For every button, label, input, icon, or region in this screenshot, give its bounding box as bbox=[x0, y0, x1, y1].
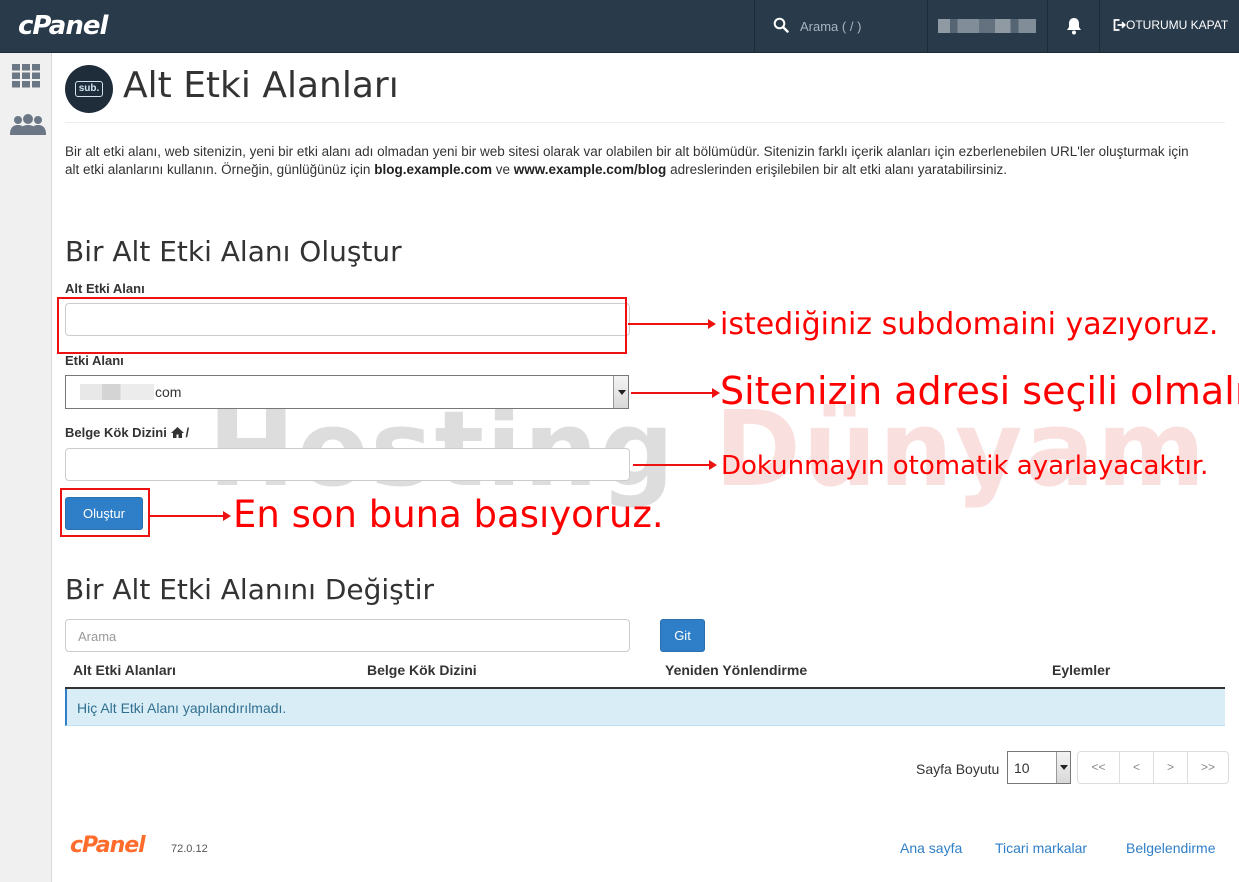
annotation-subdomain: istediğiniz subdomaini yazıyoruz. bbox=[720, 307, 1219, 342]
grid-icon[interactable] bbox=[10, 63, 42, 89]
page-size-value: 10 bbox=[1014, 760, 1030, 776]
search-icon bbox=[773, 17, 789, 33]
page-title: Alt Etki Alanları bbox=[123, 65, 399, 106]
annotation-create: En son buna basıyoruz. bbox=[233, 493, 664, 536]
cpanel-version: 72.0.12 bbox=[171, 843, 208, 855]
column-header-docroot[interactable]: Belge Kök Dizini bbox=[367, 662, 477, 678]
footer-cpanel-logo: cPanel bbox=[70, 833, 146, 858]
cpanel-logo[interactable]: cPanel bbox=[18, 11, 108, 41]
modify-heading: Bir Alt Etki Alanını Değiştir bbox=[65, 573, 435, 606]
column-header-actions: Eylemler bbox=[1052, 662, 1111, 678]
notifications-button[interactable] bbox=[1048, 0, 1100, 53]
users-icon[interactable] bbox=[10, 113, 46, 137]
annotation-docroot: Dokunmayın otomatik ayarlayacaktır. bbox=[721, 451, 1209, 481]
footer-link-trademarks[interactable]: Ticari markalar bbox=[995, 840, 1087, 856]
bell-icon bbox=[1067, 18, 1081, 35]
docroot-input[interactable] bbox=[65, 448, 630, 481]
subdomain-search-input[interactable]: Arama bbox=[65, 619, 630, 652]
first-page-button[interactable]: << bbox=[1078, 752, 1120, 783]
annotation-box-subdomain bbox=[57, 297, 627, 354]
annotation-arrow-subdomain bbox=[628, 319, 716, 329]
annotation-arrow-create bbox=[150, 511, 231, 521]
global-search-placeholder: Arama ( / ) bbox=[800, 19, 862, 34]
table-row-empty: Hiç Alt Etki Alanı yapılandırılmadı. bbox=[65, 689, 1225, 726]
column-header-subdomains[interactable]: Alt Etki Alanları bbox=[73, 662, 176, 678]
desc-part3: adreslerinden erişilebilen bir alt etki … bbox=[666, 162, 1007, 177]
logout-button[interactable]: OTURUMU KAPAT bbox=[1112, 18, 1228, 32]
page-description: Bir alt etki alanı, web sitenizin, yeni … bbox=[65, 143, 1200, 179]
create-heading: Bir Alt Etki Alanı Oluştur bbox=[65, 235, 402, 268]
annotation-arrow-docroot bbox=[633, 460, 717, 470]
subdomain-icon-text: sub. bbox=[75, 81, 103, 97]
chevron-down-icon bbox=[613, 376, 628, 408]
desc-example-path: www.example.com/blog bbox=[513, 162, 667, 177]
last-page-button[interactable]: >> bbox=[1188, 752, 1228, 783]
redacted-username bbox=[938, 19, 1036, 33]
docroot-label: Belge Kök Dizini / bbox=[65, 425, 189, 440]
title-divider bbox=[65, 122, 1225, 123]
annotation-arrow-domain bbox=[631, 388, 720, 398]
empty-table-message: Hiç Alt Etki Alanı yapılandırılmadı. bbox=[77, 700, 287, 716]
docroot-label-text: Belge Kök Dizini bbox=[65, 425, 167, 440]
go-button[interactable]: Git bbox=[660, 619, 705, 652]
footer-link-home[interactable]: Ana sayfa bbox=[900, 840, 962, 856]
page-size-select[interactable]: 10 bbox=[1007, 751, 1071, 784]
user-menu[interactable] bbox=[928, 0, 1048, 53]
domain-label: Etki Alanı bbox=[65, 353, 124, 368]
global-search[interactable]: Arama ( / ) bbox=[754, 0, 928, 53]
redacted-domain bbox=[80, 384, 154, 400]
prev-page-button[interactable]: < bbox=[1120, 752, 1154, 783]
next-page-button[interactable]: > bbox=[1154, 752, 1188, 783]
page-size-label: Sayfa Boyutu bbox=[916, 761, 1000, 777]
domain-select[interactable]: com bbox=[65, 375, 629, 409]
subdomain-page-icon: sub. bbox=[65, 65, 113, 113]
desc-example-subdomain: blog.example.com bbox=[374, 162, 492, 177]
chevron-down-icon bbox=[1056, 752, 1070, 783]
domain-select-value: com bbox=[155, 384, 182, 400]
subdomain-search-placeholder: Arama bbox=[78, 629, 117, 644]
pagination: << < > >> bbox=[1077, 751, 1229, 784]
docroot-slash: / bbox=[185, 425, 190, 440]
annotation-box-create bbox=[60, 488, 150, 537]
desc-part2: ve bbox=[492, 162, 514, 177]
annotation-domain: Sitenizin adresi seçili olmalı bbox=[720, 369, 1239, 413]
subdomain-label: Alt Etki Alanı bbox=[65, 281, 145, 296]
sidebar bbox=[0, 53, 52, 882]
logout-label: OTURUMU KAPAT bbox=[1126, 18, 1229, 32]
column-header-redirect[interactable]: Yeniden Yönlendirme bbox=[665, 662, 807, 678]
logout-icon bbox=[1113, 19, 1126, 31]
footer-link-documentation[interactable]: Belgelendirme bbox=[1126, 840, 1216, 856]
top-bar: cPanel Arama ( / ) OTURUMU KAPAT bbox=[0, 0, 1239, 53]
home-icon bbox=[171, 427, 185, 438]
